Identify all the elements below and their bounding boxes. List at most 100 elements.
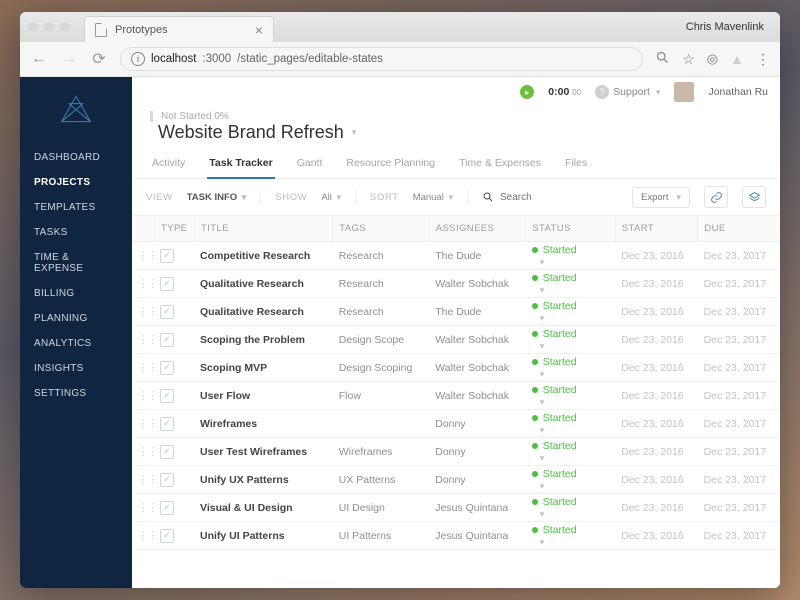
task-due[interactable]: Dec 23, 2017 bbox=[698, 523, 780, 549]
sidebar-item-planning[interactable]: PLANNING bbox=[20, 306, 132, 331]
task-title[interactable]: Unify UI Patterns bbox=[194, 523, 333, 549]
task-start[interactable]: Dec 23, 2016 bbox=[615, 271, 697, 297]
task-checkbox[interactable]: ✓ bbox=[154, 270, 194, 298]
task-status[interactable]: Started▾ bbox=[526, 517, 615, 555]
drag-handle-icon[interactable]: ⋮⋮ bbox=[132, 382, 154, 409]
site-info-icon[interactable]: i bbox=[131, 52, 145, 66]
browser-profile-name[interactable]: Chris Mavenlink bbox=[686, 21, 772, 33]
table-row[interactable]: ⋮⋮✓Visual & UI DesignUI DesignJesus Quin… bbox=[132, 494, 780, 522]
task-due[interactable]: Dec 23, 2017 bbox=[698, 411, 780, 437]
sidebar-item-time-expense[interactable]: TIME & EXPENSE bbox=[20, 245, 132, 281]
tab-activity[interactable]: Activity bbox=[150, 151, 187, 178]
table-row[interactable]: ⋮⋮✓Scoping the ProblemDesign ScopeWalter… bbox=[132, 326, 780, 354]
account-name[interactable]: Jonathan Ru bbox=[708, 86, 768, 98]
col-assignees[interactable]: ASSIGNEES bbox=[429, 216, 526, 241]
task-start[interactable]: Dec 23, 2016 bbox=[615, 495, 697, 521]
logo-icon[interactable] bbox=[58, 91, 94, 127]
task-due[interactable]: Dec 23, 2017 bbox=[698, 299, 780, 325]
table-row[interactable]: ⋮⋮✓Competitive ResearchResearchThe DudeS… bbox=[132, 242, 780, 270]
task-start[interactable]: Dec 23, 2016 bbox=[615, 383, 697, 409]
task-due[interactable]: Dec 23, 2017 bbox=[698, 355, 780, 381]
task-due[interactable]: Dec 23, 2017 bbox=[698, 467, 780, 493]
support-link[interactable]: ? Support ▾ bbox=[595, 85, 660, 99]
task-due[interactable]: Dec 23, 2017 bbox=[698, 271, 780, 297]
sort-select[interactable]: Manual ▾ bbox=[413, 192, 453, 203]
export-button[interactable]: Export ▾ bbox=[632, 187, 690, 208]
drag-handle-icon[interactable]: ⋮⋮ bbox=[132, 522, 154, 549]
tab-task-tracker[interactable]: Task Tracker bbox=[207, 151, 274, 179]
table-row[interactable]: ⋮⋮✓User FlowFlowWalter SobchakStarted▾De… bbox=[132, 382, 780, 410]
task-checkbox[interactable]: ✓ bbox=[154, 410, 194, 438]
table-row[interactable]: ⋮⋮✓Unify UX PatternsUX PatternsDonnyStar… bbox=[132, 466, 780, 494]
drag-handle-icon[interactable]: ⋮⋮ bbox=[132, 494, 154, 521]
sidebar-item-analytics[interactable]: ANALYTICS bbox=[20, 331, 132, 356]
window-controls[interactable] bbox=[28, 22, 70, 32]
menu-icon[interactable]: ⋮ bbox=[756, 51, 770, 68]
task-start[interactable]: Dec 23, 2016 bbox=[615, 299, 697, 325]
task-due[interactable]: Dec 23, 2017 bbox=[698, 243, 780, 269]
minimize-window-icon[interactable] bbox=[44, 22, 54, 32]
task-start[interactable]: Dec 23, 2016 bbox=[615, 355, 697, 381]
task-due[interactable]: Dec 23, 2017 bbox=[698, 383, 780, 409]
task-checkbox[interactable]: ✓ bbox=[154, 494, 194, 522]
sidebar-item-billing[interactable]: BILLING bbox=[20, 281, 132, 306]
table-row[interactable]: ⋮⋮✓User Test WireframesWireframesDonnySt… bbox=[132, 438, 780, 466]
task-title[interactable]: Unify UX Patterns bbox=[194, 467, 333, 493]
search-page-icon[interactable] bbox=[655, 50, 670, 68]
zoom-window-icon[interactable] bbox=[60, 22, 70, 32]
task-checkbox[interactable]: ✓ bbox=[154, 326, 194, 354]
project-title[interactable]: Website Brand Refresh ▾ bbox=[150, 122, 762, 143]
task-title[interactable]: Qualitative Research bbox=[194, 299, 333, 325]
task-start[interactable]: Dec 23, 2016 bbox=[615, 523, 697, 549]
sidebar-item-tasks[interactable]: TASKS bbox=[20, 220, 132, 245]
sidebar-item-settings[interactable]: SETTINGS bbox=[20, 381, 132, 406]
link-icon-button[interactable] bbox=[704, 186, 728, 208]
drag-handle-icon[interactable]: ⋮⋮ bbox=[132, 298, 154, 325]
task-title[interactable]: Scoping MVP bbox=[194, 355, 333, 381]
forward-icon[interactable]: → bbox=[60, 50, 78, 68]
drag-handle-icon[interactable]: ⋮⋮ bbox=[132, 242, 154, 269]
search-input[interactable] bbox=[500, 192, 600, 203]
task-checkbox[interactable]: ✓ bbox=[154, 382, 194, 410]
col-due[interactable]: DUE bbox=[697, 216, 780, 241]
extension-icon-2[interactable]: ▲ bbox=[730, 51, 744, 67]
task-title[interactable]: Visual & UI Design bbox=[194, 495, 333, 521]
drag-handle-icon[interactable]: ⋮⋮ bbox=[132, 466, 154, 493]
col-tags[interactable]: TAGS bbox=[332, 216, 429, 241]
table-row[interactable]: ⋮⋮✓Scoping MVPDesign ScopingWalter Sobch… bbox=[132, 354, 780, 382]
task-start[interactable]: Dec 23, 2016 bbox=[615, 243, 697, 269]
address-bar[interactable]: i localhost:3000/static_pages/editable-s… bbox=[120, 47, 643, 71]
drag-handle-icon[interactable]: ⋮⋮ bbox=[132, 410, 154, 437]
tab-files[interactable]: Files bbox=[563, 151, 589, 178]
task-due[interactable]: Dec 23, 2017 bbox=[698, 495, 780, 521]
task-start[interactable]: Dec 23, 2016 bbox=[615, 439, 697, 465]
task-checkbox[interactable]: ✓ bbox=[154, 242, 194, 270]
view-select[interactable]: TASK INFO ▾ bbox=[187, 192, 247, 203]
close-tab-icon[interactable]: × bbox=[255, 22, 263, 38]
table-row[interactable]: ⋮⋮✓WireframesDonnyStarted▾Dec 23, 2016De… bbox=[132, 410, 780, 438]
task-title[interactable]: Wireframes bbox=[194, 411, 333, 437]
sidebar-item-dashboard[interactable]: DASHBOARD bbox=[20, 145, 132, 170]
drag-handle-icon[interactable]: ⋮⋮ bbox=[132, 354, 154, 381]
task-title[interactable]: Qualitative Research bbox=[194, 271, 333, 297]
reload-icon[interactable]: ⟳ bbox=[90, 49, 108, 69]
col-start[interactable]: START bbox=[615, 216, 698, 241]
col-title[interactable]: TITLE bbox=[194, 216, 332, 241]
show-select[interactable]: All ▾ bbox=[321, 192, 341, 203]
task-checkbox[interactable]: ✓ bbox=[154, 466, 194, 494]
col-type[interactable]: TYPE bbox=[154, 216, 194, 241]
task-title[interactable]: User Flow bbox=[194, 383, 333, 409]
task-checkbox[interactable]: ✓ bbox=[154, 438, 194, 466]
layers-icon-button[interactable] bbox=[742, 186, 766, 208]
task-start[interactable]: Dec 23, 2016 bbox=[615, 411, 697, 437]
task-title[interactable]: User Test Wireframes bbox=[194, 439, 333, 465]
search-box[interactable] bbox=[482, 191, 618, 203]
drag-handle-icon[interactable]: ⋮⋮ bbox=[132, 270, 154, 297]
close-window-icon[interactable] bbox=[28, 22, 38, 32]
task-due[interactable]: Dec 23, 2017 bbox=[698, 439, 780, 465]
table-row[interactable]: ⋮⋮✓Qualitative ResearchResearchWalter So… bbox=[132, 270, 780, 298]
avatar[interactable] bbox=[674, 82, 694, 102]
drag-handle-icon[interactable]: ⋮⋮ bbox=[132, 326, 154, 353]
timer-play-icon[interactable]: ▸ bbox=[520, 85, 534, 99]
task-checkbox[interactable]: ✓ bbox=[154, 354, 194, 382]
